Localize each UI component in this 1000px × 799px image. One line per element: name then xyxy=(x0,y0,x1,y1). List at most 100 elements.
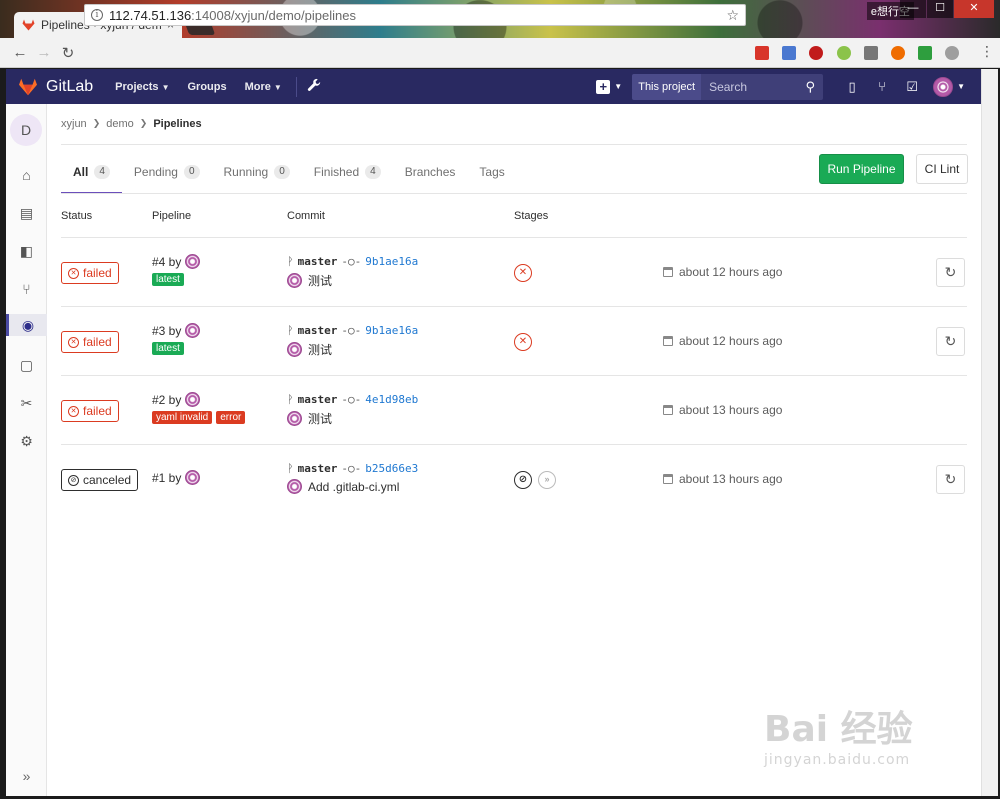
breadcrumb-project[interactable]: demo xyxy=(106,118,134,130)
canceled-status-icon: ⊘ xyxy=(68,474,79,486)
issues-board-icon[interactable]: ◧ xyxy=(6,240,47,262)
retry-button[interactable]: ↻ xyxy=(936,327,965,356)
nav-more[interactable]: More ▼ xyxy=(245,81,282,93)
tab-branches[interactable]: Branches xyxy=(393,154,468,194)
back-icon[interactable]: ← xyxy=(8,44,32,61)
extension-icon-5[interactable] xyxy=(864,46,878,60)
finished-time: about 13 hours ago xyxy=(663,472,782,486)
tab-pending[interactable]: Pending 0 xyxy=(122,154,212,194)
status-badge[interactable]: ⊘ canceled xyxy=(61,469,139,491)
todo-sidebar-icon[interactable]: ▯ xyxy=(837,79,867,95)
branch-icon: ᚹ xyxy=(287,462,294,475)
avatar[interactable] xyxy=(287,479,302,494)
commit-message[interactable]: Add .gitlab-ci.yml xyxy=(308,480,399,494)
retry-button[interactable]: ↻ xyxy=(936,465,965,494)
run-pipeline-button[interactable]: Run Pipeline xyxy=(819,154,904,184)
url-text[interactable]: 112.74.51.136:14008/xyjun/demo/pipelines xyxy=(109,8,726,23)
baidu-watermark: Bai 经验 jingyan.baidu.com xyxy=(764,709,913,768)
commit-message[interactable]: 测试 xyxy=(308,410,332,427)
breadcrumb-user[interactable]: xyjun xyxy=(61,118,87,130)
stage-canceled-icon[interactable]: ⊘ xyxy=(514,471,532,489)
pipelines-rocket-icon[interactable]: ◉ xyxy=(6,314,47,336)
collapse-sidebar-icon[interactable]: » xyxy=(6,768,47,784)
extension-translate-icon[interactable] xyxy=(782,46,796,60)
commit-sha-link[interactable]: 4e1d98eb xyxy=(365,393,418,406)
extension-icon-1[interactable] xyxy=(755,46,769,60)
branch-link[interactable]: master xyxy=(298,324,338,337)
stage-failed-icon[interactable]: ✕ xyxy=(514,264,532,282)
search-scope[interactable]: This project xyxy=(632,73,702,100)
commit-message[interactable]: 测试 xyxy=(308,272,332,289)
stage-failed-icon[interactable]: ✕ xyxy=(514,333,532,351)
gitlab-favicon-icon xyxy=(22,19,35,31)
address-bar[interactable]: i 112.74.51.136:14008/xyjun/demo/pipelin… xyxy=(84,4,746,26)
page-scrollbar[interactable] xyxy=(981,69,998,796)
extension-icon-8[interactable] xyxy=(945,46,959,60)
tab-running[interactable]: Running 0 xyxy=(212,154,302,194)
project-sidebar: D ⌂ ▤ ◧ ⑂ ◉ ▢ ✂ ⚙ » xyxy=(6,104,47,796)
avatar[interactable] xyxy=(185,254,201,269)
wiki-book-icon[interactable]: ▢ xyxy=(6,354,47,376)
extension-icon-4[interactable] xyxy=(837,46,851,60)
finished-time: about 12 hours ago xyxy=(663,265,782,279)
tab-finished[interactable]: Finished 4 xyxy=(302,154,393,194)
avatar[interactable] xyxy=(185,323,201,338)
search-box[interactable]: This project Search ⚲ xyxy=(632,73,824,100)
ci-lint-button[interactable]: CI Lint xyxy=(916,154,968,184)
tab-tags[interactable]: Tags xyxy=(467,154,516,194)
close-window-button[interactable]: ✕ xyxy=(954,0,994,18)
merge-requests-icon[interactable]: ⑂ xyxy=(867,79,897,94)
info-icon[interactable]: i xyxy=(91,9,103,21)
gitlab-home-link[interactable]: GitLab xyxy=(18,78,93,96)
new-dropdown-button[interactable]: + ▼ xyxy=(596,79,622,94)
pipeline-link[interactable]: #2 by xyxy=(152,393,181,407)
extension-adblock-icon[interactable] xyxy=(809,46,823,60)
commit-sha-link[interactable]: 9b1ae16a xyxy=(365,324,418,337)
failed-status-icon: ✕ xyxy=(68,405,79,417)
status-badge[interactable]: ✕ failed xyxy=(61,331,119,353)
todos-check-icon[interactable]: ☑ xyxy=(897,79,927,95)
status-badge[interactable]: ✕ failed xyxy=(61,262,119,284)
settings-gear-icon[interactable]: ⚙ xyxy=(6,430,47,452)
stage-skipped-icon[interactable]: » xyxy=(538,471,556,489)
project-avatar[interactable]: D xyxy=(10,114,42,146)
minimize-button[interactable]: — xyxy=(900,0,926,18)
avatar[interactable] xyxy=(185,470,201,485)
admin-wrench-icon[interactable] xyxy=(307,78,321,95)
commit-sha-link[interactable]: b25d66e3 xyxy=(365,462,418,475)
branch-link[interactable]: master xyxy=(298,255,338,268)
calendar-icon xyxy=(663,336,673,346)
nav-projects[interactable]: Projects ▼ xyxy=(115,81,169,93)
avatar[interactable] xyxy=(287,342,302,357)
bookmark-star-icon[interactable]: ☆ xyxy=(726,7,739,24)
search-input[interactable]: Search ⚲ xyxy=(701,73,824,100)
pipeline-link[interactable]: #1 by xyxy=(152,471,181,485)
breadcrumb-current[interactable]: Pipelines xyxy=(153,118,201,130)
merge-request-icon[interactable]: ⑂ xyxy=(6,278,47,300)
avatar[interactable] xyxy=(287,411,302,426)
branch-link[interactable]: master xyxy=(298,393,338,406)
calendar-icon xyxy=(663,267,673,277)
retry-button[interactable]: ↻ xyxy=(936,258,965,287)
commit-sha-link[interactable]: 9b1ae16a xyxy=(365,255,418,268)
browser-menu-icon[interactable]: ⋮ xyxy=(980,43,994,60)
avatar[interactable] xyxy=(287,273,302,288)
avatar[interactable] xyxy=(185,392,201,407)
extension-icon-7[interactable] xyxy=(918,46,932,60)
extension-icon-6[interactable] xyxy=(891,46,905,60)
maximize-button[interactable]: ☐ xyxy=(927,0,953,18)
pipeline-link[interactable]: #4 by xyxy=(152,255,181,269)
branch-link[interactable]: master xyxy=(298,462,338,475)
forward-icon[interactable]: → xyxy=(32,44,56,61)
repository-file-icon[interactable]: ▤ xyxy=(6,202,47,224)
user-menu[interactable]: ▼ xyxy=(933,76,965,97)
reload-icon[interactable]: ↻ xyxy=(56,44,80,62)
nav-groups[interactable]: Groups xyxy=(187,81,226,93)
pipeline-link[interactable]: #3 by xyxy=(152,324,181,338)
snippets-scissors-icon[interactable]: ✂ xyxy=(6,392,47,414)
home-icon[interactable]: ⌂ xyxy=(6,164,47,186)
status-badge[interactable]: ✕ failed xyxy=(61,400,119,422)
commit-message[interactable]: 测试 xyxy=(308,341,332,358)
tabs-divider xyxy=(61,193,967,194)
tab-all[interactable]: All 4 xyxy=(61,154,122,194)
